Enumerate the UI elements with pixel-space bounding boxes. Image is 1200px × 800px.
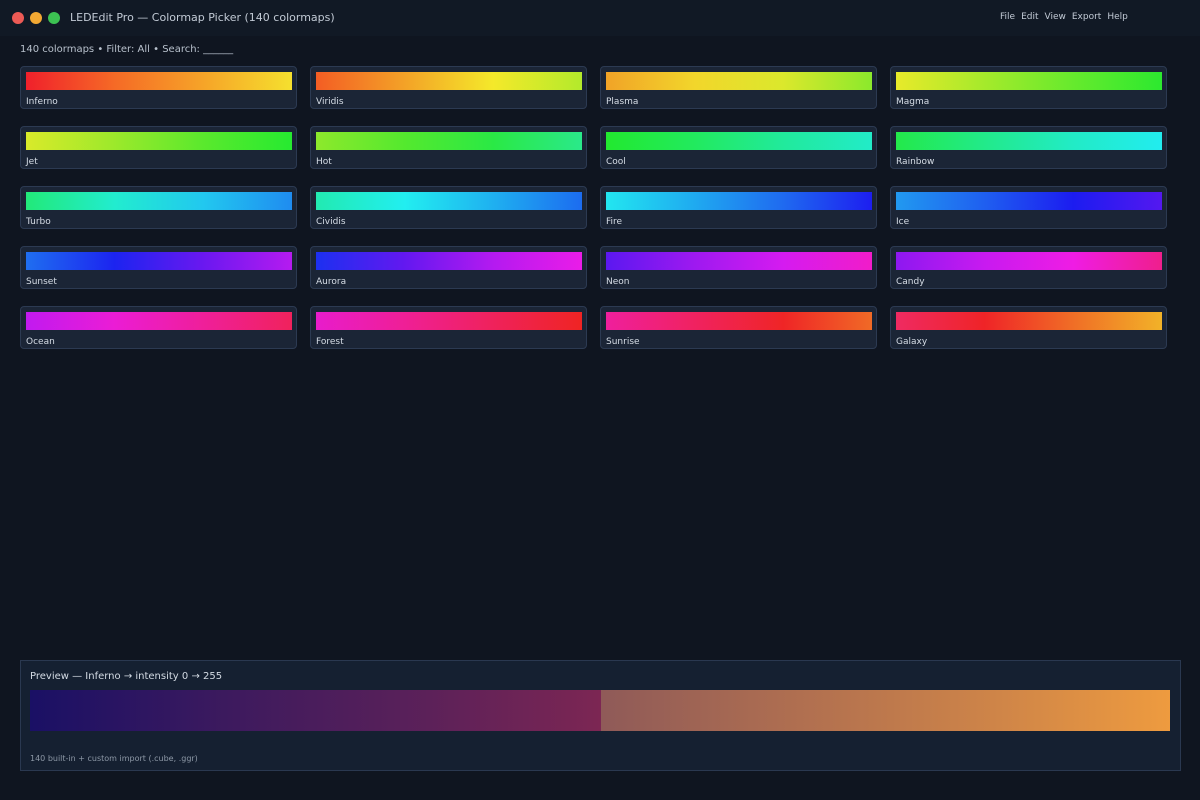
colormap-gradient-swatch [896, 72, 1162, 90]
colormap-gradient-swatch [606, 312, 872, 330]
colormap-card[interactable]: Magma [890, 66, 1167, 109]
colormap-gradient-swatch [316, 192, 582, 210]
window-title: LEDEdit Pro — Colormap Picker (140 color… [70, 11, 335, 24]
colormap-card[interactable]: Inferno [20, 66, 297, 109]
colormap-card[interactable]: Forest [310, 306, 587, 349]
colormap-name: Galaxy [896, 337, 928, 347]
app-window: LEDEdit Pro — Colormap Picker (140 color… [0, 0, 1200, 800]
colormap-name: Plasma [606, 97, 639, 107]
colormap-gradient-swatch [26, 132, 292, 150]
close-window-button[interactable] [12, 12, 24, 24]
colormap-name: Turbo [26, 217, 51, 227]
colormap-name: Sunset [26, 277, 57, 287]
colormap-name: Ice [896, 217, 910, 227]
colormap-name: Sunrise [606, 337, 640, 347]
colormap-card[interactable]: Ocean [20, 306, 297, 349]
minimize-window-button[interactable] [30, 12, 42, 24]
menu-export[interactable]: Export [1072, 12, 1101, 22]
colormap-name: Cool [606, 157, 626, 167]
colormap-gradient-swatch [606, 72, 872, 90]
colormap-gradient-swatch [896, 252, 1162, 270]
colormap-gradient-swatch [26, 192, 292, 210]
colormap-name: Hot [316, 157, 332, 167]
maximize-window-button[interactable] [48, 12, 60, 24]
preview-footer: 140 built-in + custom import (.cube, .gg… [30, 754, 198, 763]
colormap-gradient-swatch [896, 312, 1162, 330]
menu-edit[interactable]: Edit [1021, 12, 1038, 22]
colormap-name: Forest [316, 337, 344, 347]
colormap-gradient-swatch [26, 72, 292, 90]
colormap-card[interactable]: Hot [310, 126, 587, 169]
colormap-gradient-swatch [316, 72, 582, 90]
colormap-card[interactable]: Ice [890, 186, 1167, 229]
preview-panel: Preview — Inferno → intensity 0 → 255 14… [20, 660, 1181, 771]
colormap-card[interactable]: Turbo [20, 186, 297, 229]
menu-file[interactable]: File [1000, 12, 1015, 22]
colormap-card[interactable]: Sunset [20, 246, 297, 289]
colormap-gradient-swatch [316, 312, 582, 330]
colormap-gradient-swatch [896, 132, 1162, 150]
colormap-name: Cividis [316, 217, 346, 227]
colormap-name: Viridis [316, 97, 344, 107]
colormap-name: Candy [896, 277, 925, 287]
colormap-card[interactable]: Cividis [310, 186, 587, 229]
colormap-card[interactable]: Plasma [600, 66, 877, 109]
colormap-gradient-swatch [316, 252, 582, 270]
colormap-card[interactable]: Cool [600, 126, 877, 169]
title-bar: LEDEdit Pro — Colormap Picker (140 color… [0, 0, 1200, 36]
menu-help[interactable]: Help [1107, 12, 1128, 22]
colormap-gradient-swatch [316, 132, 582, 150]
colormap-name: Neon [606, 277, 630, 287]
colormap-gradient-swatch [606, 252, 872, 270]
colormap-name: Fire [606, 217, 623, 227]
menu-view[interactable]: View [1045, 12, 1066, 22]
colormap-gradient-swatch [26, 312, 292, 330]
menu-bar: File Edit View Export Help [1000, 12, 1128, 22]
preview-gradient-bar [30, 690, 1170, 731]
preview-gradient-high [601, 690, 1170, 731]
colormap-name: Magma [896, 97, 930, 107]
colormap-card[interactable]: Neon [600, 246, 877, 289]
status-line: 140 colormaps • Filter: All • Search: __… [20, 44, 234, 55]
colormap-gradient-swatch [606, 192, 872, 210]
colormap-card[interactable]: Jet [20, 126, 297, 169]
colormap-card[interactable]: Viridis [310, 66, 587, 109]
colormap-gradient-swatch [26, 252, 292, 270]
colormap-card[interactable]: Galaxy [890, 306, 1167, 349]
colormap-name: Inferno [26, 97, 58, 107]
preview-title: Preview — Inferno → intensity 0 → 255 [30, 671, 223, 682]
colormap-gradient-swatch [896, 192, 1162, 210]
colormap-gradient-swatch [606, 132, 872, 150]
colormap-name: Jet [26, 157, 38, 167]
colormap-card[interactable]: Rainbow [890, 126, 1167, 169]
preview-gradient-low [30, 690, 601, 731]
colormap-card[interactable]: Fire [600, 186, 877, 229]
colormap-name: Aurora [316, 277, 347, 287]
colormap-name: Ocean [26, 337, 55, 347]
colormap-card[interactable]: Candy [890, 246, 1167, 289]
colormap-card[interactable]: Sunrise [600, 306, 877, 349]
colormap-name: Rainbow [896, 157, 935, 167]
colormap-card[interactable]: Aurora [310, 246, 587, 289]
